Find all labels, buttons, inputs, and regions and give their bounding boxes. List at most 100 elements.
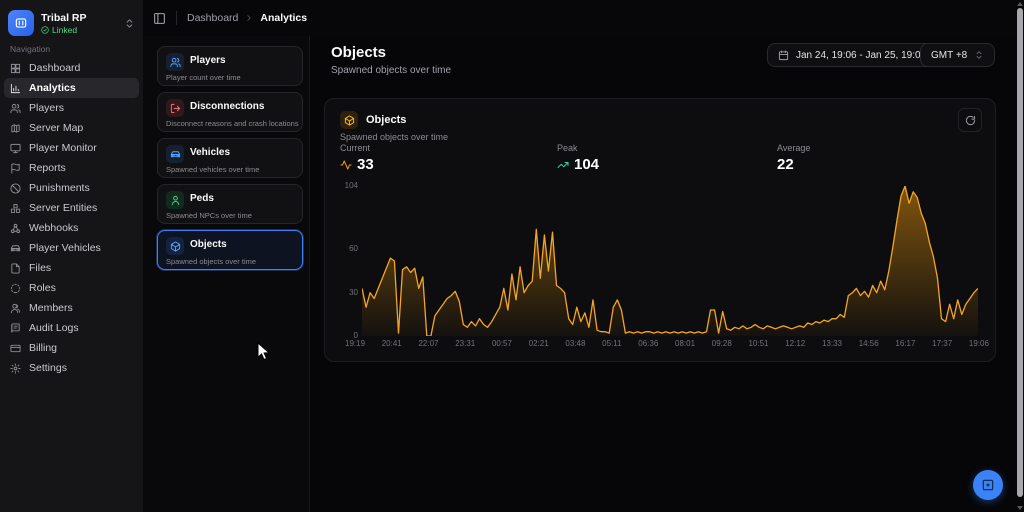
- stat-label: Average: [777, 143, 811, 153]
- page-subtitle: Spawned objects over time: [331, 65, 452, 76]
- timezone-select[interactable]: GMT +8: [920, 43, 996, 67]
- sidebar-item-players[interactable]: Players: [4, 98, 139, 118]
- stat-value: 104: [574, 156, 600, 173]
- analytics-card-vehicles[interactable]: Vehicles Spawned vehicles over time: [157, 138, 303, 178]
- sidebar-item-punishments[interactable]: Punishments: [4, 178, 139, 198]
- workspace-switcher[interactable]: Tribal RP Linked: [8, 8, 135, 38]
- sidebar-item-reports[interactable]: Reports: [4, 158, 139, 178]
- sidebar-item-label: Audit Logs: [29, 322, 79, 334]
- stat-label: Peak: [557, 143, 578, 153]
- sidebar-item-dashboard[interactable]: Dashboard: [4, 58, 139, 78]
- file-icon: [10, 262, 21, 274]
- sidebar-item-billing[interactable]: Billing: [4, 338, 139, 358]
- ban-icon: [10, 182, 21, 194]
- sidebar: Tribal RP Linked Navigation Dashboard Ana…: [0, 0, 143, 512]
- cube-icon: [166, 237, 184, 255]
- card-description: Spawned objects over time: [166, 257, 257, 266]
- trendup-icon: [557, 159, 569, 171]
- sidebar-item-player-monitor[interactable]: Player Monitor: [4, 138, 139, 158]
- x-tick-label: 02:21: [528, 339, 549, 348]
- sidebar-item-roles[interactable]: Roles: [4, 278, 139, 298]
- x-tick-label: 13:33: [821, 339, 842, 348]
- sidebar-item-label: Server Entities: [29, 202, 98, 214]
- sidebar-item-label: Files: [29, 262, 52, 274]
- logout-icon: [166, 99, 184, 117]
- stat-peak: Peak 104: [557, 143, 599, 173]
- car-icon: [10, 243, 21, 254]
- sidebar-item-analytics[interactable]: Analytics: [4, 78, 139, 98]
- members-icon: [10, 303, 21, 314]
- page-scrollbar: [1016, 0, 1024, 512]
- users-icon: [166, 53, 184, 71]
- area-chart: [361, 185, 979, 337]
- main-content: Objects Spawned objects over time Jan 24…: [310, 36, 1016, 512]
- analytics-category-panel: Players Player count over time Disconnecti…: [143, 36, 310, 512]
- refresh-icon: [965, 115, 976, 126]
- chevron-right-icon: [244, 13, 254, 23]
- analytics-card-players[interactable]: Players Player count over time: [157, 46, 303, 86]
- map-icon: [10, 123, 21, 134]
- topbar: Dashboard Analytics: [143, 0, 1016, 37]
- x-tick-label: 16:17: [895, 339, 916, 348]
- person-icon: [166, 191, 184, 209]
- sidebar-item-members[interactable]: Members: [4, 298, 139, 318]
- sidebar-item-settings[interactable]: Settings: [4, 358, 139, 378]
- card-title: Peds: [190, 193, 214, 204]
- breadcrumb-dashboard[interactable]: Dashboard: [187, 12, 238, 24]
- x-tick-label: 06:36: [638, 339, 659, 348]
- date-range-button[interactable]: Jan 24, 19:06 - Jan 25, 19:06: [767, 43, 938, 67]
- sidebar-item-server-entities[interactable]: Server Entities: [4, 198, 139, 218]
- analytics-card-disconnections[interactable]: Disconnections Disconnect reasons and cra…: [157, 92, 303, 132]
- sidebar-nav: Dashboard Analytics Players Server Map Playe…: [0, 58, 143, 378]
- analytics-card-peds[interactable]: Peds Spawned NPCs over time: [157, 184, 303, 224]
- activity-icon: [340, 159, 352, 171]
- x-tick-label: 22:07: [418, 339, 439, 348]
- stat-value: 22: [777, 156, 794, 173]
- stat-value: 33: [357, 156, 374, 173]
- sidebar-item-files[interactable]: Files: [4, 258, 139, 278]
- x-tick-label: 19:06: [968, 339, 989, 348]
- webhook-icon: [10, 223, 21, 234]
- sidebar-item-player-vehicles[interactable]: Player Vehicles: [4, 238, 139, 258]
- chart-icon: [10, 83, 21, 94]
- breadcrumb-current: Analytics: [260, 12, 308, 24]
- calendar-icon: [778, 49, 789, 61]
- sidebar-item-label: Settings: [29, 362, 67, 374]
- check-circle-icon: [41, 25, 49, 34]
- sidebar-item-server-map[interactable]: Server Map: [4, 118, 139, 138]
- roles-icon: [10, 283, 21, 294]
- analytics-card-list: Players Player count over time Disconnecti…: [157, 46, 303, 276]
- workspace-logo-icon: [8, 10, 34, 36]
- sidebar-item-webhooks[interactable]: Webhooks: [4, 218, 139, 238]
- y-tick-label: 60: [349, 244, 358, 254]
- sidebar-toggle-icon[interactable]: [153, 12, 166, 25]
- car-icon: [166, 145, 184, 163]
- grid-icon: [10, 63, 21, 74]
- x-tick-label: 10:51: [748, 339, 769, 348]
- sidebar-item-label: Player Vehicles: [29, 242, 101, 254]
- sidebar-item-label: Billing: [29, 342, 58, 354]
- scroll-up-arrow[interactable]: [1017, 2, 1023, 6]
- sidebar-item-label: Reports: [29, 162, 66, 174]
- refresh-button[interactable]: [958, 108, 982, 132]
- scroll-down-arrow[interactable]: [1017, 506, 1023, 510]
- x-tick-label: 19:19: [345, 339, 366, 348]
- x-axis-labels: 19:19 20:41 22:07 23:31 00:57 02:21 03:48 05:11…: [345, 339, 989, 348]
- feedback-fab-button[interactable]: [973, 470, 1003, 500]
- x-tick-label: 20:41: [381, 339, 402, 348]
- sidebar-item-label: Analytics: [29, 82, 76, 94]
- x-tick-label: 00:57: [491, 339, 512, 348]
- x-tick-label: 05:11: [602, 339, 622, 348]
- settings-icon: [10, 362, 21, 374]
- nav-section-label: Navigation: [10, 44, 51, 54]
- users-icon: [10, 103, 21, 114]
- sidebar-item-audit-logs[interactable]: Audit Logs: [4, 318, 139, 338]
- analytics-card-objects[interactable]: Objects Spawned objects over time: [157, 230, 303, 270]
- x-tick-label: 03:48: [565, 339, 586, 348]
- scrollbar-thumb[interactable]: [1017, 8, 1023, 497]
- x-tick-label: 17:37: [932, 339, 953, 348]
- chart-card-subtitle: Spawned objects over time: [340, 132, 449, 142]
- billing-icon: [10, 343, 21, 354]
- monitor-icon: [10, 143, 21, 154]
- chevrons-up-down-icon[interactable]: [124, 18, 135, 29]
